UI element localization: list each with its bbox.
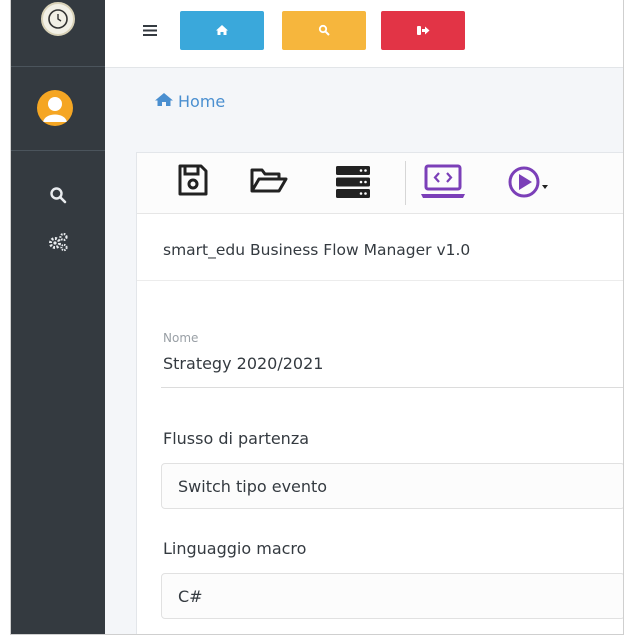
play-dropdown-icon[interactable] <box>507 165 567 205</box>
clock-logo-icon[interactable] <box>41 2 75 36</box>
name-field-underline <box>161 387 623 388</box>
save-icon[interactable] <box>177 163 209 201</box>
search-button[interactable] <box>282 11 366 50</box>
folder-open-icon[interactable] <box>249 166 289 200</box>
macro-language-value: C# <box>178 587 203 606</box>
search-icon <box>318 21 330 40</box>
hamburger-icon[interactable] <box>143 22 157 41</box>
top-navbar <box>105 0 623 68</box>
sidebar-divider <box>11 150 105 151</box>
sidebar <box>11 0 105 634</box>
home-button[interactable] <box>180 11 264 50</box>
breadcrumb-home-link[interactable]: Home <box>178 92 225 111</box>
sidebar-divider <box>11 66 105 67</box>
user-avatar-icon[interactable] <box>37 90 73 126</box>
breadcrumb: Home <box>154 92 225 111</box>
sign-out-icon <box>416 21 430 40</box>
header-divider <box>137 280 623 281</box>
macro-language-select[interactable]: C# <box>161 573 623 619</box>
toolbar <box>137 153 623 214</box>
search-icon[interactable] <box>49 186 67 208</box>
start-flow-value: Switch tipo evento <box>178 477 328 496</box>
app-frame: Home smart_edu Business Flow Manager v1.… <box>10 0 624 635</box>
start-flow-select[interactable]: Switch tipo evento <box>161 463 623 509</box>
server-icon[interactable] <box>335 165 371 203</box>
name-field[interactable]: Strategy 2020/2021 <box>163 354 323 373</box>
app-title: smart_edu Business Flow Manager v1.0 <box>163 241 471 259</box>
toolbar-divider <box>405 161 406 205</box>
logout-button[interactable] <box>381 11 465 50</box>
flow-card: smart_edu Business Flow Manager v1.0 Nom… <box>136 152 623 634</box>
macro-language-label: Linguaggio macro <box>163 539 307 558</box>
gears-icon[interactable] <box>47 232 69 256</box>
home-icon <box>215 21 229 40</box>
start-flow-label: Flusso di partenza <box>163 429 310 448</box>
code-laptop-icon[interactable] <box>419 164 467 204</box>
name-label: Nome <box>163 331 199 345</box>
home-icon <box>154 92 178 111</box>
